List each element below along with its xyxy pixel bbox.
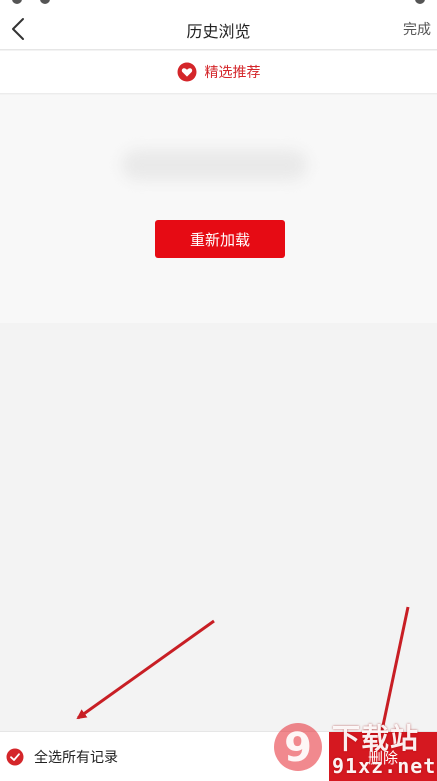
bottom-action-bar: 全选所有记录 删除 <box>0 731 437 781</box>
select-all-label: 全选所有记录 <box>34 750 118 766</box>
page-title: 历史浏览 <box>186 22 251 41</box>
annotation-arrow-right <box>376 606 410 742</box>
checkmark-circle-icon <box>6 748 24 766</box>
loading-placeholder <box>122 150 307 180</box>
battery-icon <box>415 0 425 4</box>
reload-button[interactable]: 重新加载 <box>155 220 285 258</box>
done-button[interactable]: 完成 <box>403 19 431 39</box>
status-bar <box>0 0 437 8</box>
featured-recommend-link[interactable]: 精选推荐 <box>0 51 437 94</box>
delete-button[interactable]: 删除 <box>329 732 437 781</box>
annotation-arrow-left <box>76 619 215 720</box>
status-icon <box>12 0 22 4</box>
content-card: 重新加载 <box>0 95 437 323</box>
nav-bar: 历史浏览 完成 <box>0 8 437 50</box>
select-all-toggle[interactable]: 全选所有记录 <box>6 732 118 781</box>
heart-icon <box>177 62 196 82</box>
chevron-left-icon[interactable] <box>6 12 32 46</box>
featured-recommend-label: 精选推荐 <box>204 65 261 81</box>
status-icon <box>40 0 50 4</box>
